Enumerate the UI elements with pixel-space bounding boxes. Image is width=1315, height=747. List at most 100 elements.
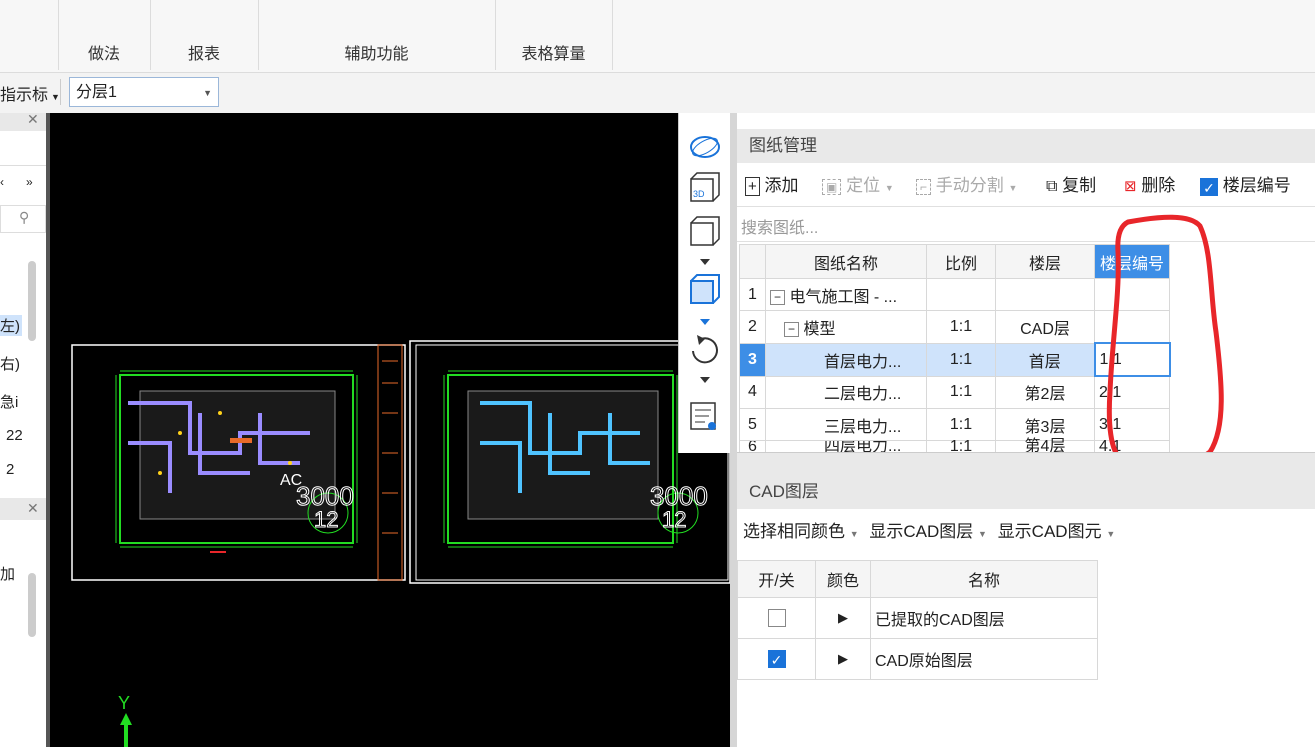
cad-layers-toolbar: 选择相同颜色 ▼ 显示CAD图层 ▼ 显示CAD图元 ▼ (743, 518, 1115, 546)
ribbon-group-label: 做法 (87, 46, 120, 63)
row-floor (995, 278, 1095, 311)
left-list-item[interactable]: 22 (6, 427, 23, 444)
row-index: 2 (739, 310, 766, 344)
checkbox-unchecked-icon[interactable] (767, 608, 786, 627)
view-toolbar: 3D (678, 113, 731, 453)
ribbon-group-partial (0, 0, 59, 70)
panel-divider[interactable] (737, 452, 1315, 477)
row-index-header (739, 244, 766, 279)
select-same-color-label: 选择相同颜色 (743, 522, 845, 541)
scrollbar[interactable] (28, 261, 36, 341)
table-row[interactable]: ✓ ▶ CAD原始图层 (737, 638, 1098, 680)
layer-toggle-cell (737, 597, 816, 639)
left-panel-header: ✕ (0, 111, 46, 131)
checkbox-checked-icon[interactable]: ✓ (767, 649, 786, 668)
svg-text:3D: 3D (693, 189, 705, 199)
column-header[interactable]: 比例 (926, 244, 996, 279)
row-floor: 第3层 (995, 408, 1095, 441)
locate-button[interactable]: ▣ 定位 ▼ (822, 172, 894, 200)
row-scale (926, 278, 996, 311)
layer-name: 已提取的CAD图层 (870, 597, 1098, 639)
split-button[interactable]: ⌐ 手动分割 ▼ (916, 172, 1017, 200)
cad-viewport[interactable]: AC 3000 12 3000 12 Y 3D (50, 113, 731, 747)
column-header[interactable]: 颜色 (815, 560, 871, 598)
column-header[interactable]: 名称 (870, 560, 1098, 598)
cube-filled-icon (690, 274, 720, 304)
plan-number-small: 12 (314, 507, 338, 532)
chevron-down-icon (700, 259, 710, 265)
row-floor: CAD层 (995, 310, 1095, 344)
checkbox-checked-icon: ✓ (1200, 177, 1218, 196)
column-header[interactable]: 图纸名称 (765, 244, 927, 279)
indicator-dropdown[interactable]: 指示标 ▼ (0, 81, 60, 105)
chevron-down-icon: ▼ (1106, 529, 1116, 539)
splitter[interactable] (730, 113, 737, 747)
table-row[interactable]: ▶ 已提取的CAD图层 (737, 597, 1098, 639)
copy-button-label: 复制 (1062, 176, 1097, 195)
row-name: 电气施工图 - ... (789, 288, 898, 306)
select-same-color-button[interactable]: 选择相同颜色 ▼ (743, 522, 859, 541)
chevron-down-icon: ▼ (849, 529, 859, 539)
expand-arrow-icon[interactable]: ▶ (815, 638, 871, 680)
secondary-toolbar: 指示标 ▼ 分层1 ▼ (0, 73, 1315, 113)
close-icon[interactable]: ✕ (27, 111, 39, 128)
close-icon[interactable]: ✕ (27, 500, 39, 517)
add-icon: + (745, 177, 760, 196)
chevron-down-icon: ▼ (884, 183, 894, 193)
red-annotation (1106, 214, 1224, 467)
search-icon: ⚲ (19, 209, 30, 225)
expand-right-icon[interactable]: » (26, 175, 33, 189)
expand-arrow-icon[interactable]: ▶ (815, 597, 871, 639)
floor-number-toggle[interactable]: ✓ 楼层编号 (1200, 172, 1291, 200)
left-arrow-icon[interactable]: ‹ (0, 175, 4, 189)
chevron-down-icon: ▼ (51, 92, 60, 102)
split-icon: ⌐ (916, 179, 932, 195)
cad-layers-title: CAD图层 (737, 475, 1315, 509)
collapse-icon[interactable]: − (784, 322, 799, 338)
ribbon-group-label: 表格算量 (521, 46, 586, 63)
ribbon-group-method: 做法 (58, 0, 151, 70)
left-search-box[interactable]: ⚲ (0, 205, 46, 233)
show-cad-layers-button[interactable]: 显示CAD图层 ▼ (869, 522, 987, 541)
left-panel2-header: ✕ (0, 498, 46, 520)
rotate-icon (692, 335, 718, 364)
ribbon-group-assist: 辅助功能 (258, 0, 496, 70)
delete-button[interactable]: ⊠ 删除 (1124, 172, 1175, 200)
layer-select-value: 分层1 (76, 84, 117, 101)
chevron-down-icon: ▼ (1008, 183, 1018, 193)
row-index: 1 (739, 278, 766, 311)
ribbon-group-label: 辅助功能 (344, 46, 409, 63)
indicator-dropdown-label: 指示标 (0, 87, 49, 104)
delete-button-label: 删除 (1141, 176, 1176, 195)
plan-number-small: 12 (662, 507, 686, 532)
ribbon-group-table: 表格算量 (495, 0, 613, 70)
scrollbar[interactable] (28, 573, 36, 637)
row-name: 二层电力... (765, 375, 927, 409)
left-list-item[interactable]: 右) (0, 353, 20, 374)
3d-view-icon: 3D (690, 172, 720, 202)
cube-icon (690, 216, 720, 246)
left-list-item[interactable]: 2 (6, 461, 14, 478)
column-header[interactable]: 开/关 (737, 560, 816, 598)
floor-number-toggle-label: 楼层编号 (1222, 176, 1291, 195)
ribbon-group-report: 报表 (150, 0, 259, 70)
left-list-item[interactable]: 急i (0, 391, 18, 412)
layer-view-icon (690, 402, 716, 430)
layer-select[interactable]: 分层1 ▼ (69, 77, 219, 107)
split-button-label: 手动分割 (935, 176, 1004, 195)
show-cad-elements-label: 显示CAD图元 (997, 522, 1102, 541)
collapse-icon[interactable]: − (770, 289, 785, 305)
view-toolbar-icons: 3D (690, 136, 720, 430)
table-header-row: 开/关 颜色 名称 (737, 560, 1098, 598)
row-index: 3 (739, 342, 766, 377)
layer-toggle-cell: ✓ (737, 638, 816, 680)
column-header[interactable]: 楼层 (995, 244, 1095, 279)
copy-button[interactable]: ⧉ 复制 (1046, 172, 1096, 200)
layer-name: CAD原始图层 (870, 638, 1098, 680)
left-panel2-text: 加 (0, 566, 16, 583)
show-cad-elements-button[interactable]: 显示CAD图元 ▼ (998, 522, 1116, 541)
add-button[interactable]: + 添加 (745, 172, 799, 200)
left-list-item[interactable]: 左) (0, 315, 22, 336)
row-name: 模型 (803, 320, 836, 338)
chevron-down-icon (700, 377, 710, 383)
